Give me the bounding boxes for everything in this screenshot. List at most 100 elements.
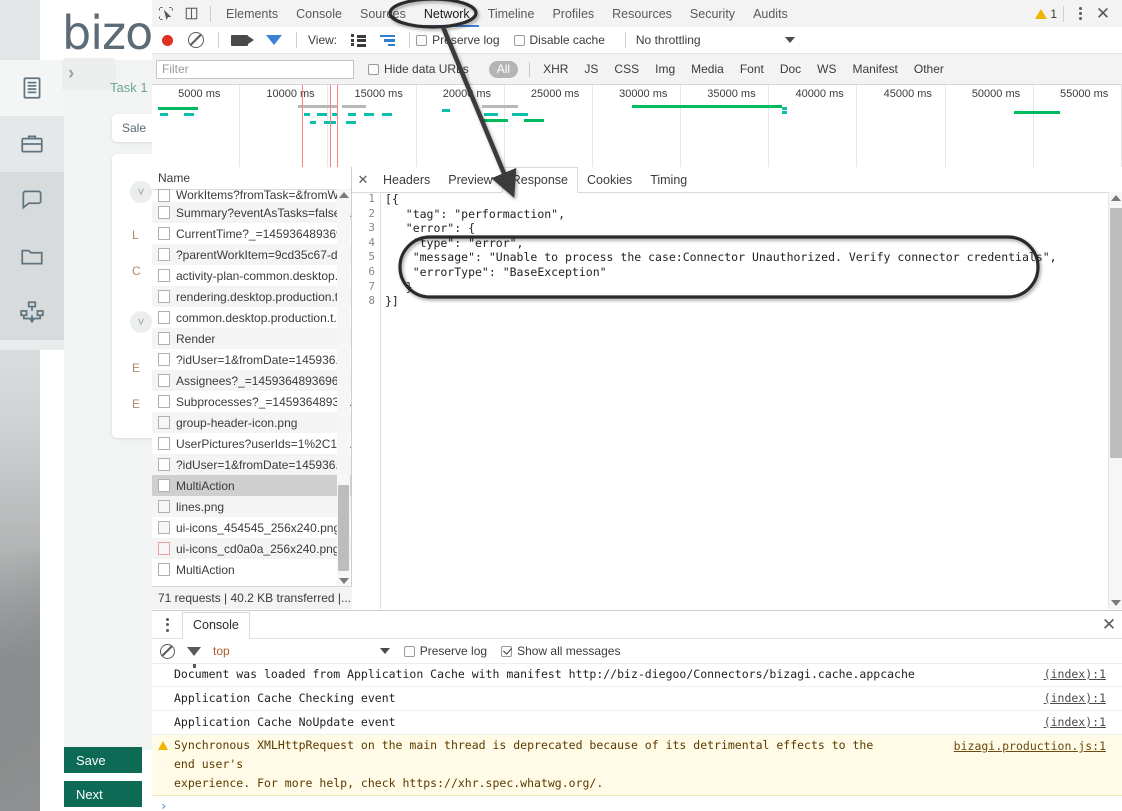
request-list-scrollbar[interactable]: [337, 189, 350, 587]
table-row[interactable]: ?idUser=1&fromDate=145936...: [152, 349, 351, 370]
filter-type-css[interactable]: CSS: [614, 62, 639, 76]
table-row[interactable]: CurrentTime?_=1459364893693: [152, 223, 351, 244]
detail-scroll-thumb[interactable]: [1110, 208, 1122, 458]
close-devtools-button[interactable]: ✕: [1090, 0, 1116, 27]
detail-tab-cookies[interactable]: Cookies: [578, 167, 641, 192]
filter-type-xhr[interactable]: XHR: [543, 62, 568, 76]
console-input-prompt[interactable]: ›: [152, 796, 1122, 811]
tab-security[interactable]: Security: [681, 0, 744, 27]
table-row[interactable]: ui-icons_cd0a0a_256x240.png: [152, 538, 351, 559]
table-row[interactable]: lines.png: [152, 496, 351, 517]
throttling-select[interactable]: No throttling: [636, 33, 701, 47]
console-message-source[interactable]: (index):1: [1044, 713, 1106, 732]
filter-type-media[interactable]: Media: [691, 62, 724, 76]
save-button[interactable]: Save: [64, 747, 142, 773]
table-row[interactable]: Subprocesses?_=14593648936...: [152, 391, 351, 412]
app-section-1-toggle[interactable]: ˅: [130, 181, 152, 203]
filter-type-js[interactable]: JS: [584, 62, 598, 76]
table-row[interactable]: activity-plan-common.desktop...: [152, 265, 351, 286]
console-more-button[interactable]: [156, 617, 178, 632]
filter-input[interactable]: Filter: [156, 59, 354, 79]
close-detail-button[interactable]: ✕: [352, 167, 374, 192]
filter-type-img[interactable]: Img: [655, 62, 675, 76]
disable-cache-checkbox[interactable]: Disable cache: [513, 33, 605, 47]
request-list-body[interactable]: WorkItems?fromTask=&fromW... Summary?even…: [152, 189, 351, 587]
warning-count-badge[interactable]: 1: [1035, 7, 1057, 21]
tab-profiles[interactable]: Profiles: [543, 0, 603, 27]
detail-tab-response[interactable]: Response: [501, 167, 579, 193]
detail-tab-headers[interactable]: Headers: [374, 167, 439, 192]
table-row[interactable]: ui-icons_454545_256x240.png: [152, 517, 351, 538]
table-row[interactable]: ?idUser=1&fromDate=145936...: [152, 454, 351, 475]
filter-type-doc[interactable]: Doc: [780, 62, 801, 76]
filter-type-font[interactable]: Font: [740, 62, 764, 76]
tab-timeline[interactable]: Timeline: [479, 0, 544, 27]
tab-audits[interactable]: Audits: [744, 0, 797, 27]
table-row[interactable]: rendering.desktop.production.t...: [152, 286, 351, 307]
filter-type-all[interactable]: All: [488, 60, 519, 78]
network-overview-timeline[interactable]: 5000 ms 10000 ms 15000 ms 20000 ms 25000 ms 3…: [152, 85, 1122, 168]
sidebar-item-messages[interactable]: [0, 172, 64, 228]
capture-screenshots-icon[interactable]: [231, 34, 254, 46]
sidebar-item-documents[interactable]: [0, 228, 64, 284]
app-icon-sidebar[interactable]: [0, 60, 64, 350]
table-row[interactable]: Assignees?_=1459364893696: [152, 370, 351, 391]
console-context-select[interactable]: top: [213, 644, 230, 658]
filter-type-ws[interactable]: WS: [817, 62, 836, 76]
tab-resources[interactable]: Resources: [603, 0, 681, 27]
close-console-button[interactable]: ✕: [1096, 611, 1122, 638]
app-expand-toggle[interactable]: ›: [62, 58, 116, 90]
response-code-viewer[interactable]: 12345678 [{ "tag": "performaction", "err…: [352, 192, 1122, 609]
console-message-list[interactable]: Document was loaded from Application Cac…: [152, 663, 1122, 811]
app-section-2-toggle[interactable]: ˅: [130, 311, 152, 333]
more-options-button[interactable]: [1070, 7, 1090, 20]
filter-icon[interactable]: [266, 35, 282, 59]
tab-console[interactable]: Console: [287, 0, 351, 27]
tab-console[interactable]: Console: [182, 611, 250, 639]
record-button[interactable]: [162, 34, 173, 46]
console-message-source[interactable]: (index):1: [1044, 689, 1106, 708]
inspect-element-button[interactable]: [152, 0, 178, 27]
table-row[interactable]: WorkItems?fromTask=&fromW...: [152, 189, 351, 202]
detail-scroll-down-icon[interactable]: [1111, 600, 1121, 606]
show-all-messages-checkbox[interactable]: Show all messages: [501, 644, 620, 658]
table-row[interactable]: MultiAction: [152, 475, 351, 496]
toggle-device-toolbar-button[interactable]: [178, 0, 204, 27]
table-row[interactable]: Render: [152, 328, 351, 349]
table-row[interactable]: Summary?eventAsTasks=false&..: [152, 202, 351, 223]
sidebar-item-cases[interactable]: [0, 116, 64, 172]
filter-type-manifest[interactable]: Manifest: [853, 62, 898, 76]
sidebar-item-process[interactable]: [0, 284, 64, 340]
detail-scroll-up-icon[interactable]: [1111, 195, 1121, 201]
detail-tab-preview[interactable]: Preview: [439, 167, 501, 192]
next-button[interactable]: Next: [64, 781, 142, 807]
table-row[interactable]: MultiAction: [152, 559, 351, 580]
tab-elements[interactable]: Elements: [217, 0, 287, 27]
filter-type-other[interactable]: Other: [914, 62, 944, 76]
console-message-source[interactable]: bizagi.production.js:1: [954, 737, 1106, 756]
chevron-down-icon[interactable]: [784, 37, 795, 43]
tab-sources[interactable]: Sources: [351, 0, 415, 27]
console-message-source[interactable]: (index):1: [1044, 665, 1106, 684]
detail-tab-timing[interactable]: Timing: [641, 167, 696, 192]
request-list-header[interactable]: Name: [152, 167, 351, 190]
scroll-up-icon[interactable]: [339, 192, 349, 198]
list-view-icon[interactable]: [351, 34, 367, 47]
tab-network[interactable]: Network: [415, 0, 479, 27]
clear-console-button[interactable]: [160, 643, 175, 659]
table-row[interactable]: group-header-icon.png: [152, 412, 351, 433]
table-row[interactable]: ?parentWorkItem=9cd35c67-d...: [152, 244, 351, 265]
console-preserve-log-checkbox[interactable]: Preserve log: [403, 644, 487, 658]
request-list-scroll-thumb[interactable]: [338, 485, 349, 571]
preserve-log-checkbox[interactable]: Preserve log: [416, 33, 500, 47]
console-filter-icon[interactable]: [187, 646, 201, 668]
scroll-down-icon[interactable]: [339, 578, 349, 584]
hide-data-urls-checkbox[interactable]: Hide data URLs: [368, 62, 469, 76]
table-row[interactable]: common.desktop.production.t...: [152, 307, 351, 328]
console-chevron-down-icon[interactable]: [379, 648, 390, 654]
clear-button[interactable]: [188, 32, 204, 48]
table-row[interactable]: UserPictures?userIds=1%2C1&...: [152, 433, 351, 454]
sidebar-item-list[interactable]: [0, 60, 64, 116]
waterfall-view-icon[interactable]: [380, 34, 396, 46]
detail-scrollbar[interactable]: [1108, 192, 1122, 609]
